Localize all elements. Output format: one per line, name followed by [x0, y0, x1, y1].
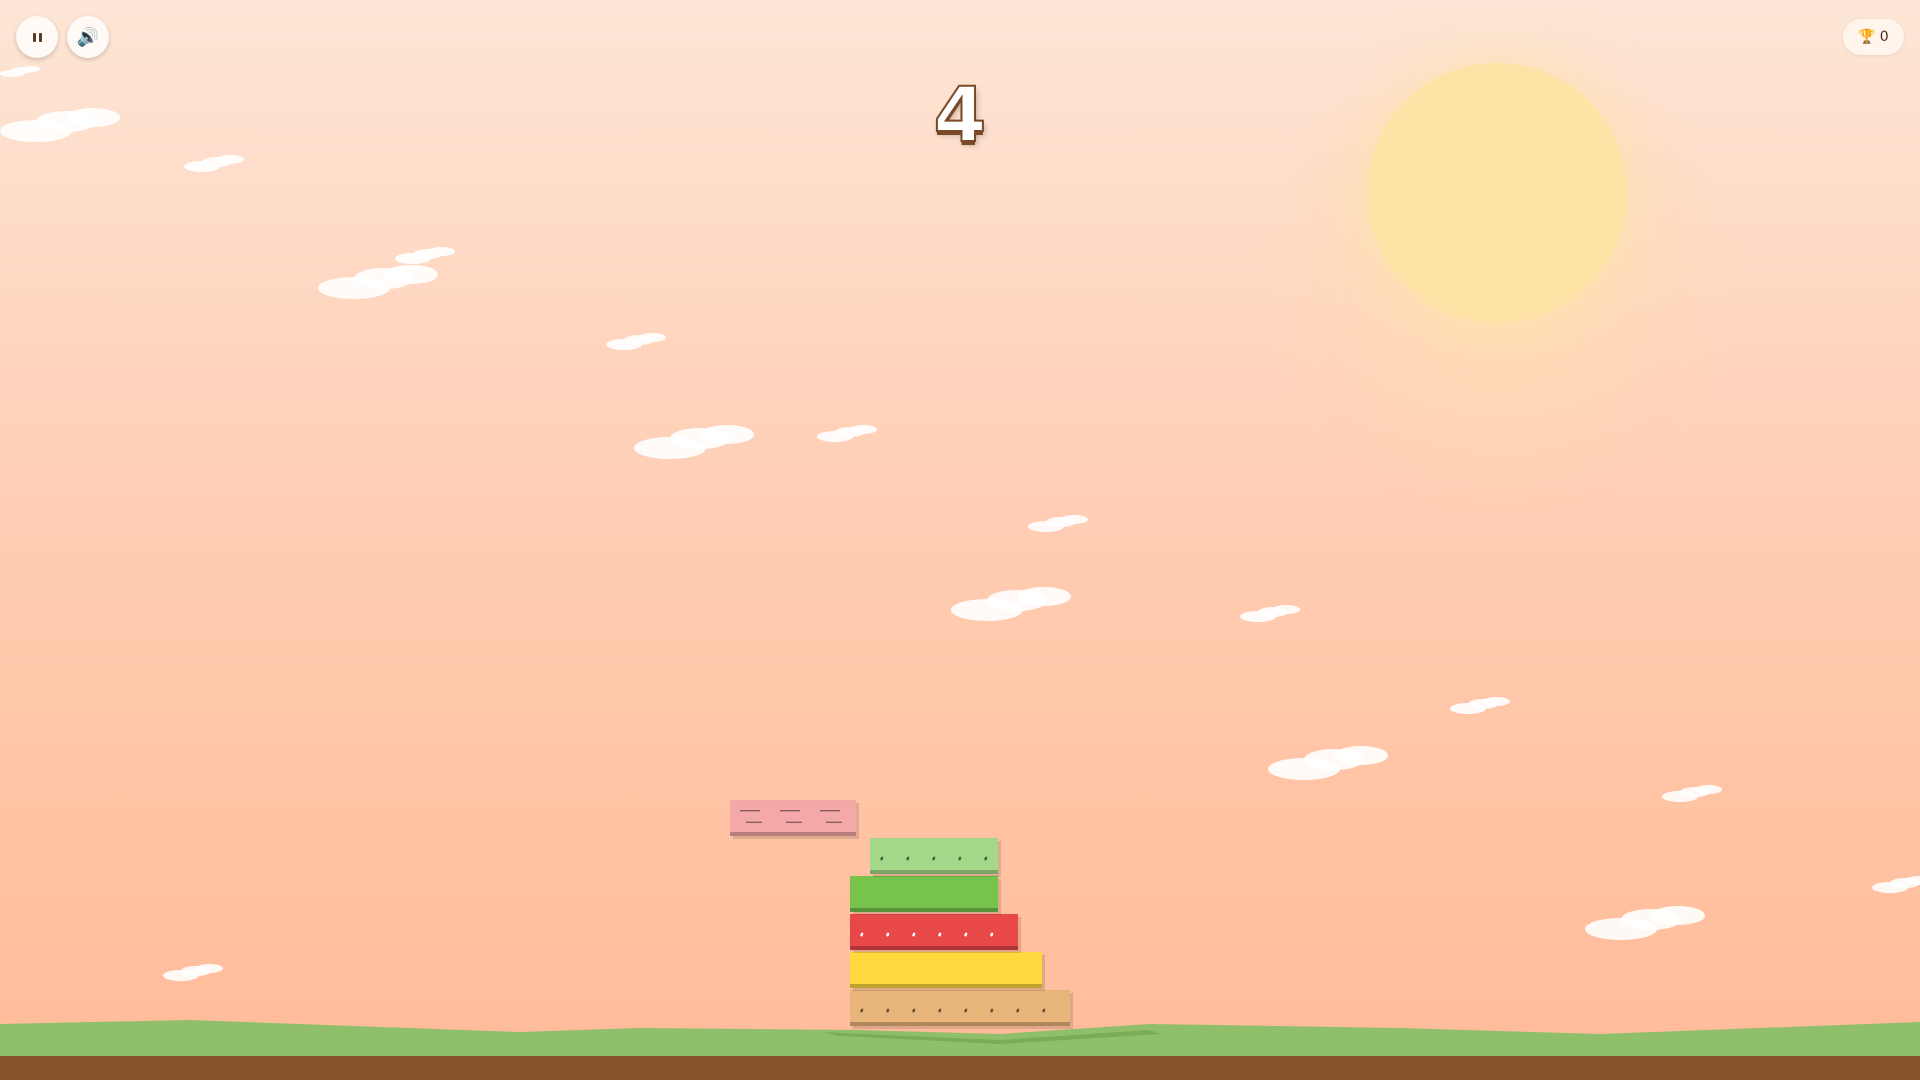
cloud [951, 587, 1071, 622]
cloud [318, 265, 438, 300]
cloud [0, 66, 40, 78]
cloud [184, 155, 244, 173]
game-scene[interactable]: 4 🔊 🏆 0 [0, 0, 1920, 1080]
ham-layer [730, 800, 856, 836]
lettuce-layer [850, 876, 998, 912]
grass-hills [0, 1020, 1920, 1060]
cloud [163, 964, 223, 982]
cloud [1240, 605, 1300, 623]
cloud [1028, 515, 1088, 533]
cloud [606, 333, 666, 351]
cloud [1662, 785, 1722, 803]
cloud [1585, 906, 1705, 941]
cloud [395, 247, 455, 265]
trophy-icon: 🏆 [1858, 29, 1876, 45]
cloud [634, 425, 754, 460]
tomato-layer [850, 914, 1018, 950]
cheese-layer [850, 952, 1042, 988]
score-counter: 4 [933, 69, 988, 160]
sun [1367, 63, 1627, 323]
best-score-value: 0 [1879, 29, 1889, 45]
dirt-ground [0, 1056, 1920, 1080]
cloud [1872, 876, 1920, 894]
sound-button[interactable]: 🔊 [67, 16, 109, 58]
cloud [1268, 746, 1388, 781]
pause-icon [32, 32, 42, 42]
cloud [817, 425, 877, 443]
speaker-icon: 🔊 [76, 26, 100, 48]
best-score-badge: 🏆 0 [1843, 19, 1904, 55]
cloud [1450, 697, 1510, 715]
cucumber-layer [870, 838, 998, 874]
bread-layer [850, 990, 1070, 1026]
pause-button[interactable] [16, 16, 58, 58]
cloud [0, 108, 120, 143]
